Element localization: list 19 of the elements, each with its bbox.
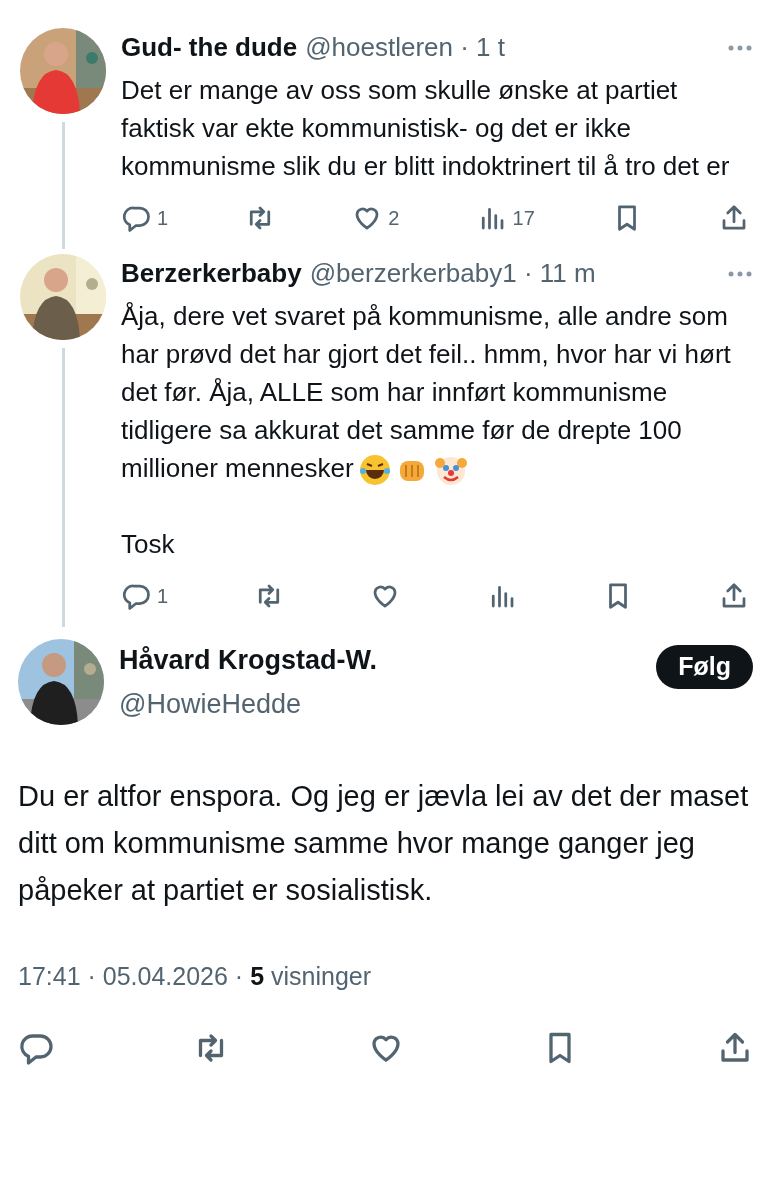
more-icon[interactable] xyxy=(727,43,753,52)
more-icon[interactable] xyxy=(727,269,753,278)
author-name[interactable]: Gud- the dude xyxy=(121,28,298,67)
tweet-text: Åja, dere vet svaret på kommunisme, alle andre som har prøvd det har gjort det feil.. hmm, hvor har vi hørt det før. Åja, ALLE som har innført kommunisme tidligere sa akkurat det samme før de drepte 100 millioner mennesker xyxy=(121,297,753,488)
count: 1 xyxy=(157,206,169,231)
handle: @HowieHedde xyxy=(119,688,302,722)
handle-and-time: @hoestleren · 1 t xyxy=(305,31,506,64)
laughing-emoji-icon xyxy=(357,453,392,488)
tweet-text: Det er mange av oss som skulle ønske at partiet faktisk var ekte kommunistisk- og det er ikke kommunisme slik du er blitt indoktrinert til å tro det er xyxy=(121,74,731,183)
count: 17 xyxy=(512,206,535,231)
tweet-meta: 17:41 · 05.04.2026 · 5 visninger xyxy=(18,961,373,993)
author-name[interactable]: Håvard Krogstad-W. xyxy=(119,639,642,681)
handle-and-time: @berzerkerbaby1 · 11 m xyxy=(309,257,596,290)
tweet-text: Du er altfor enspora. Og jeg er jævla lei av det der maset ditt om kommunisme samme hvor mange ganger jeg påpeker at partiet er sosialistisk. xyxy=(18,779,750,909)
tweet-text: Tosk xyxy=(121,528,176,562)
count: 2 xyxy=(388,206,400,231)
follow-button[interactable]: Følg xyxy=(656,645,753,690)
author-name[interactable]: Berzerkerbaby xyxy=(121,254,302,293)
count: 1 xyxy=(157,584,169,610)
